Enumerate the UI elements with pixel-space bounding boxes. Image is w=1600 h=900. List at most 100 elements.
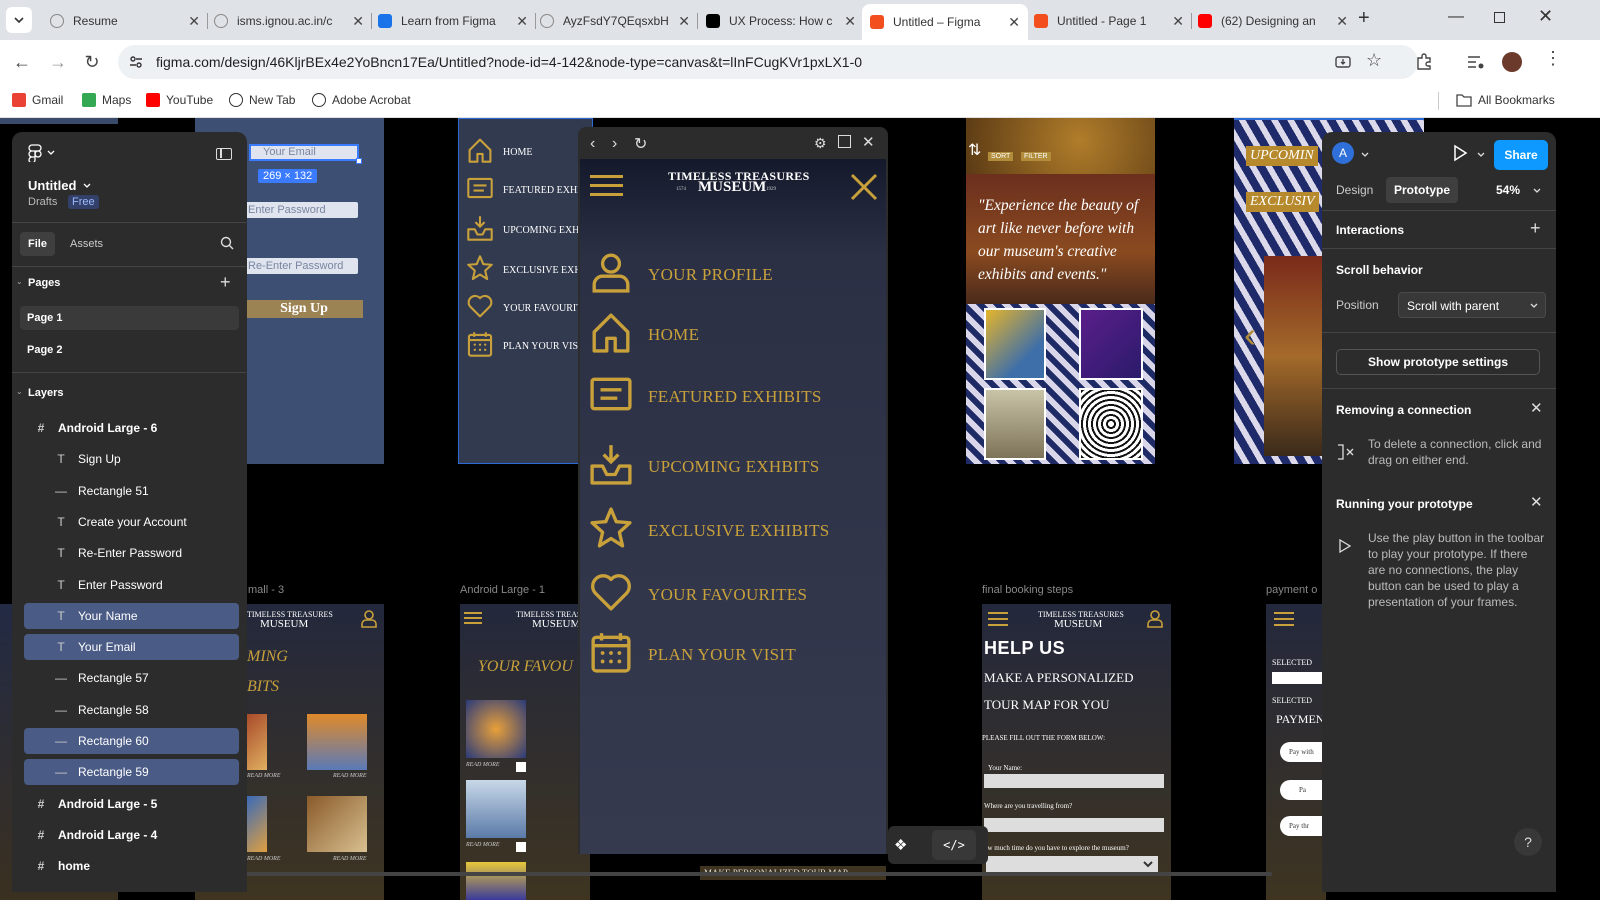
art-thumb-4[interactable] bbox=[307, 796, 367, 852]
file-name[interactable]: Untitled bbox=[28, 178, 92, 193]
signup-button-mock[interactable]: Sign Up bbox=[245, 300, 363, 318]
reload-button[interactable]: ↻ bbox=[80, 50, 104, 74]
browser-tab[interactable]: Untitled - Page 1 ✕ bbox=[1026, 6, 1192, 36]
sidebar-toggle-icon[interactable] bbox=[216, 148, 232, 160]
all-bookmarks-button[interactable]: All Bookmarks bbox=[1456, 93, 1555, 107]
fav-read-more-1[interactable]: READ MORE bbox=[466, 762, 500, 768]
install-app-icon[interactable] bbox=[1334, 53, 1352, 71]
payment-hamburger-icon[interactable] bbox=[1274, 612, 1294, 626]
mini-hamburger-icon[interactable] bbox=[464, 612, 482, 624]
fav-art-3[interactable] bbox=[466, 862, 526, 900]
carousel-prev-icon[interactable]: ‹ bbox=[1244, 314, 1256, 356]
add-interaction-icon[interactable]: + bbox=[1530, 218, 1541, 239]
fav-art-1[interactable] bbox=[466, 700, 526, 758]
zoom-level[interactable]: 54% bbox=[1496, 183, 1520, 197]
tab-prototype[interactable]: Prototype bbox=[1386, 177, 1459, 203]
bookmark-item[interactable]: Gmail bbox=[12, 93, 63, 107]
close-tip-icon[interactable]: ✕ bbox=[1530, 493, 1543, 511]
bookmark-item[interactable]: Maps bbox=[82, 93, 131, 107]
read-more-link-1[interactable]: READ MORE bbox=[247, 773, 281, 779]
close-tip-icon[interactable]: ✕ bbox=[1530, 399, 1543, 417]
browser-tab[interactable]: Resume ✕ bbox=[42, 6, 208, 36]
main-menu-button[interactable] bbox=[28, 144, 56, 162]
filter-chip[interactable]: FILTER bbox=[1021, 152, 1051, 161]
browser-tab[interactable]: AyzFsdY7QEqsxbH ✕ bbox=[532, 6, 698, 36]
payment-btn-3[interactable]: Pay thr bbox=[1280, 816, 1326, 836]
fav-art-2[interactable] bbox=[466, 780, 526, 838]
canvas-horizontal-scrollbar[interactable] bbox=[226, 872, 1272, 876]
bookmark-star-icon[interactable]: ☆ bbox=[1366, 50, 1382, 71]
close-tab-icon[interactable]: ✕ bbox=[1008, 14, 1020, 31]
artwork-sunflowers[interactable] bbox=[984, 308, 1046, 380]
read-more-link-2[interactable]: READ MORE bbox=[333, 773, 367, 779]
close-tab-icon[interactable]: ✕ bbox=[844, 13, 856, 30]
favourites-frame[interactable]: TIMELESS TREASURES MUSEUM YOUR FAVOU REA… bbox=[460, 604, 590, 900]
profile-avatar[interactable] bbox=[1502, 52, 1522, 72]
layer-item[interactable]: — Rectangle 57 bbox=[24, 665, 239, 691]
new-tab-button[interactable]: + bbox=[1358, 7, 1370, 30]
layer-item[interactable]: # home bbox=[24, 853, 239, 879]
minimize-button[interactable]: — bbox=[1448, 8, 1464, 26]
close-tab-icon[interactable]: ✕ bbox=[678, 13, 690, 30]
art-thumb-3[interactable] bbox=[247, 796, 267, 852]
preview-restart-icon[interactable]: ↻ bbox=[634, 134, 647, 154]
booking-frame[interactable]: TIMELESS TREASURES MUSEUM HELP US MAKE A… bbox=[982, 604, 1171, 900]
selection-handle[interactable] bbox=[356, 158, 362, 164]
present-play-icon[interactable] bbox=[1452, 144, 1468, 167]
email-input-mock[interactable]: Your Email bbox=[249, 144, 359, 161]
fav-read-more-2[interactable]: READ MORE bbox=[466, 842, 500, 848]
layer-item[interactable]: — Rectangle 58 bbox=[24, 697, 239, 723]
layer-item[interactable]: T Re-Enter Password bbox=[24, 540, 239, 566]
layer-item[interactable]: T Enter Password bbox=[24, 572, 239, 598]
frame-label-small3[interactable]: mall - 3 bbox=[248, 584, 284, 596]
menu-frame-small[interactable]: HOME FEATURED EXHI UPCOMING EXHI EXCLUSIVE … bbox=[458, 118, 593, 464]
small-menu-item[interactable]: FEATURED EXHI bbox=[467, 175, 581, 206]
position-select[interactable]: Scroll with parent bbox=[1398, 292, 1546, 318]
booking-field1-input[interactable] bbox=[984, 774, 1164, 788]
bookmark-item[interactable]: New Tab bbox=[229, 93, 295, 107]
restore-button[interactable] bbox=[1494, 12, 1505, 23]
preview-forward-icon[interactable]: › bbox=[612, 135, 617, 153]
layer-item[interactable]: T Sign Up bbox=[24, 446, 239, 472]
layer-item[interactable]: T Your Email bbox=[24, 634, 239, 661]
read-more-link-3[interactable]: READ MORE bbox=[247, 856, 281, 862]
art-thumb-1[interactable] bbox=[247, 714, 267, 770]
share-button[interactable]: Share bbox=[1494, 140, 1548, 170]
menu-item-upcoming-exhbits[interactable]: UPCOMING EXHBITS bbox=[590, 443, 820, 490]
artwork-purple[interactable] bbox=[1079, 308, 1143, 380]
close-tab-icon[interactable]: ✕ bbox=[1336, 13, 1348, 30]
add-page-icon[interactable]: + bbox=[220, 272, 231, 293]
forward-button[interactable]: → bbox=[46, 50, 70, 74]
menu-item-plan-your-visit[interactable]: PLAN YOUR VISIT bbox=[590, 631, 796, 678]
close-tab-icon[interactable]: ✕ bbox=[516, 13, 528, 30]
read-more-link-4[interactable]: READ MORE bbox=[333, 856, 367, 862]
booking-hamburger-icon[interactable] bbox=[988, 612, 1008, 626]
fav-share-icon[interactable] bbox=[516, 762, 526, 772]
tab-design[interactable]: Design bbox=[1336, 183, 1373, 197]
small-menu-item[interactable]: UPCOMING EXHI bbox=[467, 215, 583, 246]
chevron-down-icon[interactable] bbox=[1360, 150, 1370, 160]
pages-section-toggle[interactable]: ⌄ bbox=[16, 277, 23, 286]
booking-profile-icon[interactable] bbox=[1146, 610, 1164, 633]
tab-file[interactable]: File bbox=[20, 232, 55, 256]
close-window-button[interactable]: ✕ bbox=[1538, 6, 1553, 27]
search-icon[interactable] bbox=[220, 236, 234, 255]
menu-hamburger-icon[interactable] bbox=[590, 175, 623, 197]
tab-assets[interactable]: Assets bbox=[70, 238, 103, 250]
browser-tab[interactable]: Untitled – Figma ✕ bbox=[862, 4, 1028, 40]
help-button[interactable]: ? bbox=[1514, 828, 1542, 856]
art-thumb-2[interactable] bbox=[307, 714, 367, 770]
layer-item[interactable]: T Your Name bbox=[24, 602, 239, 629]
mini-profile-icon[interactable] bbox=[361, 610, 377, 628]
gallery-frame[interactable]: ⇅ SORT FILTER "Experience the beauty of … bbox=[966, 118, 1155, 464]
layer-item[interactable]: — Rectangle 60 bbox=[24, 728, 239, 754]
menu-close-icon[interactable] bbox=[850, 173, 878, 206]
show-prototype-settings-button[interactable]: Show prototype settings bbox=[1336, 349, 1540, 375]
menu-item-exclusive-exhibits[interactable]: EXCLUSIVE EXHIBITS bbox=[590, 507, 830, 554]
preview-back-icon[interactable]: ‹ bbox=[590, 135, 595, 153]
layer-item[interactable]: T Create your Account bbox=[24, 509, 239, 535]
preview-open-new-icon[interactable] bbox=[838, 135, 851, 148]
site-info-icon[interactable] bbox=[128, 54, 144, 70]
dev-mode-button[interactable]: </> bbox=[932, 830, 976, 860]
booking-field3-select[interactable] bbox=[986, 856, 1158, 872]
